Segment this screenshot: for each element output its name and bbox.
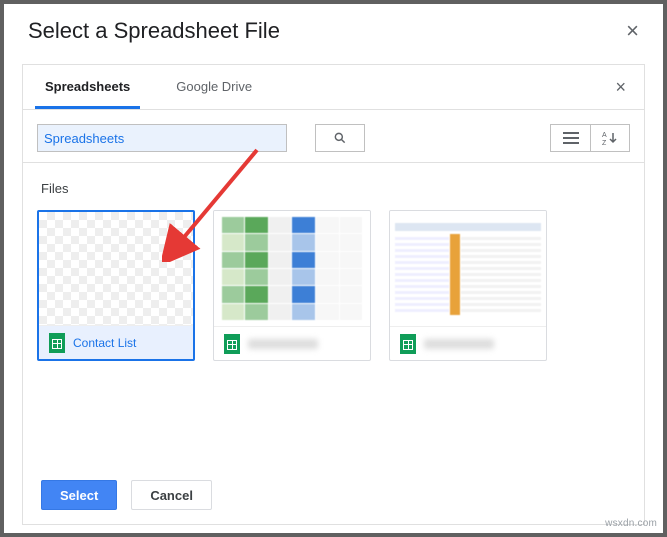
svg-text:Z: Z xyxy=(602,140,607,145)
tab-bar: Spreadsheets Google Drive × xyxy=(23,65,644,110)
tab-spreadsheets[interactable]: Spreadsheets xyxy=(35,65,140,109)
toolbar: AZ xyxy=(23,110,644,162)
files-heading: Files xyxy=(37,173,630,210)
picker-close-icon[interactable]: × xyxy=(615,77,626,98)
transparency-checker xyxy=(39,212,193,325)
search-icon xyxy=(333,131,347,145)
list-icon xyxy=(563,132,579,144)
sheets-icon xyxy=(49,333,65,353)
sort-az-icon: AZ xyxy=(602,131,618,145)
file-name xyxy=(248,339,318,349)
picker-panel: Spreadsheets Google Drive × AZ Files xyxy=(22,64,645,525)
file-name: Contact List xyxy=(73,336,136,350)
file-name xyxy=(424,339,494,349)
file-thumbnail xyxy=(390,211,546,326)
search-button[interactable] xyxy=(315,124,365,152)
file-card[interactable] xyxy=(389,210,547,361)
sheets-icon xyxy=(400,334,416,354)
dialog-header: Select a Spreadsheet File × xyxy=(4,4,663,50)
sort-button[interactable]: AZ xyxy=(590,124,630,152)
close-icon[interactable]: × xyxy=(626,20,639,42)
tab-google-drive[interactable]: Google Drive xyxy=(166,65,262,109)
dialog-title: Select a Spreadsheet File xyxy=(28,18,280,44)
file-thumbnail xyxy=(214,211,370,326)
search-input[interactable] xyxy=(37,124,287,152)
file-footer: Contact List xyxy=(39,325,193,359)
cancel-button[interactable]: Cancel xyxy=(131,480,212,510)
sheets-icon xyxy=(224,334,240,354)
file-card[interactable] xyxy=(213,210,371,361)
select-button[interactable]: Select xyxy=(41,480,117,510)
file-picker-dialog: Select a Spreadsheet File × Spreadsheets… xyxy=(4,4,663,533)
file-footer xyxy=(390,326,546,360)
file-card-contact-list[interactable]: Contact List xyxy=(37,210,195,361)
svg-text:A: A xyxy=(602,132,607,139)
files-area[interactable]: Files Contact List xyxy=(23,162,644,469)
watermark: wsxdn.com xyxy=(605,518,657,529)
dialog-actions: Select Cancel xyxy=(23,469,644,524)
file-thumbnail xyxy=(39,212,193,325)
file-footer xyxy=(214,326,370,360)
list-view-button[interactable] xyxy=(550,124,590,152)
view-controls: AZ xyxy=(550,124,630,152)
file-grid: Contact List xyxy=(37,210,630,361)
